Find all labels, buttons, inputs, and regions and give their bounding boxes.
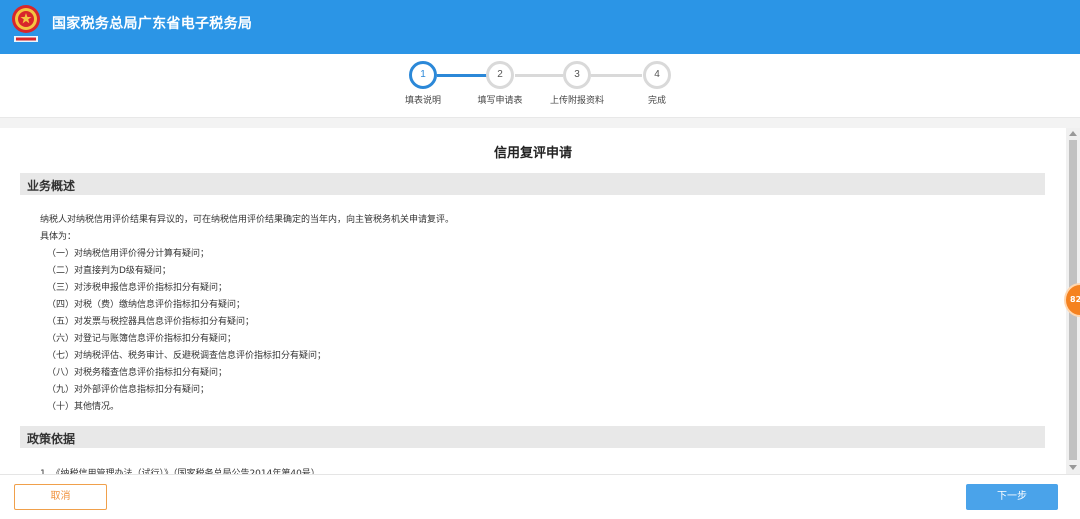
- list-item: （四）对税（费）缴纳信息评价指标扣分有疑问；: [47, 300, 246, 310]
- section-header-policy: 政策依据: [20, 426, 1045, 448]
- list-item: （三）对涉税申报信息评价指标扣分有疑问；: [47, 283, 228, 293]
- section-title-policy: 政策依据: [27, 432, 76, 446]
- section-header-overview: 业务概述: [20, 173, 1045, 195]
- next-step-button[interactable]: 下一步: [966, 484, 1058, 510]
- list-item: （五）对发票与税控器具信息评价指标扣分有疑问；: [47, 317, 255, 327]
- action-footer: 取消 下一步: [0, 474, 1080, 519]
- list-item: （十）其他情况。: [47, 402, 120, 412]
- list-item: （一）对纳税信用评价得分计算有疑问；: [47, 249, 210, 259]
- tax-bureau-emblem-icon: [12, 5, 40, 42]
- overview-lead: 具体为：: [40, 232, 77, 242]
- step-1-label: 填表说明: [404, 96, 441, 106]
- step-4-number: 4: [643, 61, 671, 89]
- section-title-overview: 业务概述: [27, 179, 76, 193]
- progress-stepper: 1 填表说明 2 填写申请表 3 上传附报资料 4 完成: [0, 54, 1080, 118]
- step-3: 3 上传附报资料: [532, 61, 622, 108]
- list-item: （六）对登记与账簿信息评价指标扣分有疑问；: [47, 334, 237, 344]
- step-4-label: 完成: [647, 96, 666, 106]
- cancel-button[interactable]: 取消: [14, 484, 107, 510]
- step-2-number: 2: [486, 61, 514, 89]
- list-item: （九）对外部评价信息指标扣分有疑问；: [47, 385, 210, 395]
- list-item: （八）对税务稽查信息评价指标扣分有疑问；: [47, 368, 228, 378]
- scroll-down-icon[interactable]: [1069, 465, 1077, 470]
- page-title: 信用复评申请: [493, 146, 572, 161]
- policy-item: 1. 《纳税信用管理办法（试行）》（国家税务总局公告2014年第40号）: [40, 469, 320, 474]
- instructions-panel[interactable]: 信用复评申请 业务概述 纳税人对纳税信用评价结果有异议的，可在纳税信用评价结果确…: [0, 128, 1066, 474]
- app-title: 国家税务总局广东省电子税务局: [52, 16, 253, 32]
- list-item: （七）对纳税评估、税务审计、反避税调查信息评价指标扣分有疑问；: [47, 351, 327, 361]
- step-4: 4 完成: [612, 61, 702, 108]
- step-3-label: 上传附报资料: [549, 96, 604, 106]
- list-item: （二）对直接判为D级有疑问；: [47, 266, 171, 276]
- step-1-number: 1: [409, 61, 437, 89]
- app-header: 国家税务总局广东省电子税务局: [0, 0, 1080, 54]
- overview-intro: 纳税人对纳税信用评价结果有异议的，可在纳税信用评价结果确定的当年内，向主管税务机…: [40, 215, 455, 225]
- step-2-label: 填写申请表: [477, 96, 523, 106]
- scroll-up-icon[interactable]: [1069, 131, 1077, 136]
- step-3-number: 3: [563, 61, 591, 89]
